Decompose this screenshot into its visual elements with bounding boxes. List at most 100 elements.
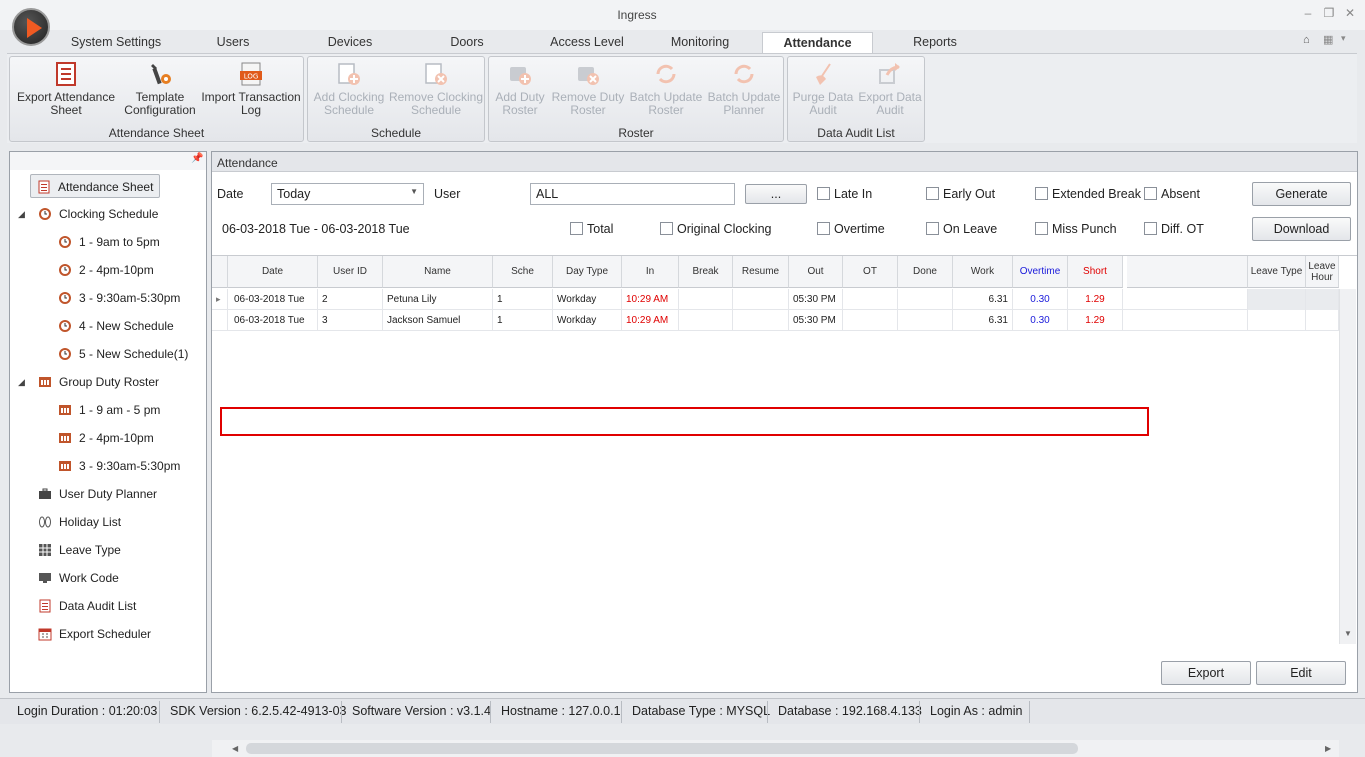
tab-system-settings[interactable]: System Settings bbox=[62, 32, 170, 54]
on-leave-checkbox[interactable] bbox=[926, 222, 939, 235]
tree-item-1-9-am-5-pm[interactable]: 1 - 9 am - 5 pm bbox=[58, 398, 160, 422]
batch-update-planner-button[interactable]: Batch Update Planner bbox=[705, 61, 783, 117]
cell-done[interactable] bbox=[898, 310, 953, 331]
column-header-work[interactable]: Work bbox=[953, 256, 1013, 288]
restore-icon[interactable]: ❐ bbox=[1322, 6, 1336, 20]
scroll-right-icon[interactable]: ▶ bbox=[1325, 744, 1331, 753]
tree-item-attendance-sheet[interactable]: Attendance Sheet bbox=[30, 174, 161, 198]
tree-item-work-code[interactable]: Work Code bbox=[38, 566, 119, 590]
column-header-name[interactable]: Name bbox=[383, 256, 493, 288]
cell-date[interactable]: 06-03-2018 Tue bbox=[228, 289, 318, 310]
tree-item-2-4pm-10pm[interactable]: 2 - 4pm-10pm bbox=[58, 258, 154, 282]
overtime-checkbox[interactable] bbox=[817, 222, 830, 235]
cell-leave-hour[interactable] bbox=[1306, 310, 1339, 331]
cell-in[interactable]: 10:29 AM bbox=[622, 289, 679, 310]
cell-user-id[interactable]: 2 bbox=[318, 289, 383, 310]
minimize-icon[interactable]: – bbox=[1301, 6, 1315, 20]
export-button[interactable]: Export bbox=[1161, 661, 1251, 685]
tree-item-leave-type[interactable]: Leave Type bbox=[38, 538, 121, 562]
column-header-resume[interactable]: Resume bbox=[733, 256, 789, 288]
close-icon[interactable]: ✕ bbox=[1343, 6, 1357, 20]
cell-in[interactable]: 10:29 AM bbox=[622, 310, 679, 331]
purge-data-audit-button[interactable]: Purge Data Audit bbox=[790, 61, 856, 117]
date-select[interactable]: Today ▼ bbox=[271, 183, 424, 205]
tree-item-user-duty-planner[interactable]: User Duty Planner bbox=[38, 482, 157, 506]
column-header-date[interactable]: Date bbox=[228, 256, 318, 288]
tree-item-4-new-schedule[interactable]: 4 - New Schedule bbox=[58, 314, 174, 338]
column-header-leave-type[interactable]: Leave Type bbox=[1248, 256, 1306, 288]
tree-item-group-duty-roster[interactable]: Group Duty Roster bbox=[38, 370, 159, 394]
expand-toggle-icon[interactable]: ◢ bbox=[18, 209, 25, 220]
remove-clocking-schedule-button[interactable]: Remove Clocking Schedule bbox=[388, 61, 484, 117]
early-out-checkbox[interactable] bbox=[926, 187, 939, 200]
cell-out[interactable]: 05:30 PM bbox=[789, 310, 843, 331]
column-header-user-id[interactable]: User ID bbox=[318, 256, 383, 288]
tree-item-2-4pm-10pm[interactable]: 2 - 4pm-10pm bbox=[58, 426, 154, 450]
tree-item-export-scheduler[interactable]: Export Scheduler bbox=[38, 622, 151, 646]
cell-break[interactable] bbox=[679, 310, 733, 331]
cell-resume[interactable] bbox=[733, 289, 789, 310]
scroll-thumb[interactable] bbox=[246, 743, 1078, 754]
tree-item-5-new-schedule-1[interactable]: 5 - New Schedule(1) bbox=[58, 342, 188, 366]
cell-leave-hour[interactable] bbox=[1306, 289, 1339, 310]
cell-date[interactable]: 06-03-2018 Tue bbox=[228, 310, 318, 331]
cell-sche[interactable]: 1 bbox=[493, 289, 553, 310]
vertical-scrollbar[interactable]: ▼ bbox=[1339, 289, 1356, 644]
original-clocking-checkbox[interactable] bbox=[660, 222, 673, 235]
tab-devices[interactable]: Devices bbox=[312, 32, 388, 54]
download-button[interactable]: Download bbox=[1252, 217, 1351, 241]
cell-leave-type[interactable] bbox=[1248, 310, 1306, 331]
cell-break[interactable] bbox=[679, 289, 733, 310]
tree-item-clocking-schedule[interactable]: Clocking Schedule bbox=[38, 202, 158, 226]
dropdown-icon[interactable]: ▾ bbox=[1341, 33, 1346, 44]
cell-short[interactable]: 1.29 bbox=[1068, 289, 1123, 310]
user-field[interactable]: ALL bbox=[530, 183, 735, 205]
cell-work[interactable]: 6.31 bbox=[953, 310, 1013, 331]
late-in-checkbox[interactable] bbox=[817, 187, 830, 200]
tree-item-data-audit-list[interactable]: Data Audit List bbox=[38, 594, 136, 618]
scroll-down-icon[interactable]: ▼ bbox=[1344, 629, 1352, 638]
cell-out[interactable]: 05:30 PM bbox=[789, 289, 843, 310]
add-clocking-schedule-button[interactable]: Add Clocking Schedule bbox=[310, 61, 388, 117]
cell-work[interactable]: 6.31 bbox=[953, 289, 1013, 310]
extended-break-checkbox[interactable] bbox=[1035, 187, 1048, 200]
import-transaction-log-button[interactable]: LOG Import Transaction Log bbox=[200, 61, 302, 117]
total-checkbox[interactable] bbox=[570, 222, 583, 235]
column-header-leave-hour[interactable]: Leave Hour bbox=[1306, 256, 1339, 288]
tab-monitoring[interactable]: Monitoring bbox=[660, 32, 740, 54]
browse-user-button[interactable]: ... bbox=[745, 184, 807, 204]
pin-icon[interactable]: 📌 bbox=[191, 153, 203, 164]
column-header-overtime[interactable]: Overtime bbox=[1013, 256, 1068, 288]
cell-user-id[interactable]: 3 bbox=[318, 310, 383, 331]
cell-day-type[interactable]: Workday bbox=[553, 310, 622, 331]
expand-toggle-icon[interactable]: ◢ bbox=[18, 377, 25, 388]
batch-update-roster-button[interactable]: Batch Update Roster bbox=[627, 61, 705, 117]
cell-overtime[interactable]: 0.30 bbox=[1013, 310, 1068, 331]
edit-button[interactable]: Edit bbox=[1256, 661, 1346, 685]
tree-item-3-9-30am-5-30pm[interactable]: 3 - 9:30am-5:30pm bbox=[58, 454, 180, 478]
cell-ot[interactable] bbox=[843, 310, 898, 331]
cell-short[interactable]: 1.29 bbox=[1068, 310, 1123, 331]
column-header-blank[interactable] bbox=[212, 256, 228, 288]
column-header-in[interactable]: In bbox=[622, 256, 679, 288]
miss-punch-checkbox[interactable] bbox=[1035, 222, 1048, 235]
cell-name[interactable]: Jackson Samuel bbox=[383, 310, 493, 331]
column-header-ot[interactable]: OT bbox=[843, 256, 898, 288]
column-header-break[interactable]: Break bbox=[679, 256, 733, 288]
template-configuration-button[interactable]: Template Configuration bbox=[118, 61, 202, 117]
tab-access-level[interactable]: Access Level bbox=[540, 32, 634, 54]
column-header-out[interactable]: Out bbox=[789, 256, 843, 288]
collapse-ribbon-icon[interactable]: ⌂ bbox=[1303, 34, 1310, 46]
tab-users[interactable]: Users bbox=[196, 32, 270, 54]
app-logo-icon[interactable] bbox=[12, 8, 50, 46]
diff-ot-checkbox[interactable] bbox=[1144, 222, 1157, 235]
export-data-audit-button[interactable]: Export Data Audit bbox=[856, 61, 924, 117]
column-header-done[interactable]: Done bbox=[898, 256, 953, 288]
horizontal-scrollbar[interactable]: ◀ ▶ bbox=[212, 740, 1339, 757]
tab-attendance[interactable]: Attendance bbox=[762, 32, 873, 54]
scroll-left-icon[interactable]: ◀ bbox=[232, 744, 238, 753]
cell-ot[interactable] bbox=[843, 289, 898, 310]
export-attendance-sheet-button[interactable]: Export Attendance Sheet bbox=[14, 61, 118, 117]
cell-overtime[interactable]: 0.30 bbox=[1013, 289, 1068, 310]
tab-doors[interactable]: Doors bbox=[430, 32, 504, 54]
